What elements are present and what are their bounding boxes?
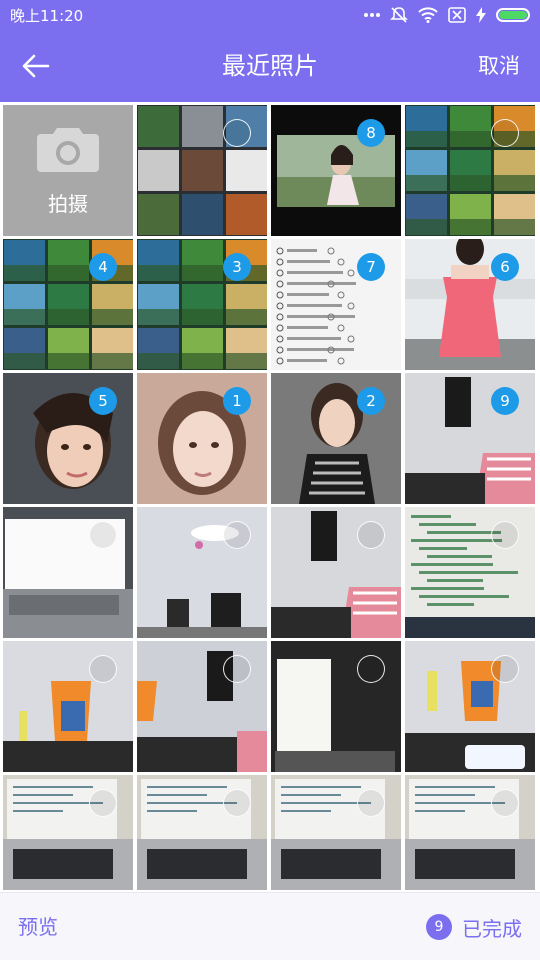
photo-tile[interactable]: 5: [3, 373, 133, 504]
photo-tile[interactable]: [137, 775, 267, 890]
select-checkbox[interactable]: [357, 789, 385, 817]
photo-thumbnail: [137, 775, 267, 890]
photo-tile[interactable]: [271, 775, 401, 890]
selection-order-badge[interactable]: 5: [89, 387, 117, 415]
selection-order-badge[interactable]: 9: [491, 387, 519, 415]
photo-tile[interactable]: 6: [405, 239, 535, 370]
photo-tile[interactable]: 2: [271, 373, 401, 504]
cancel-button[interactable]: 取消: [478, 30, 520, 102]
select-checkbox[interactable]: [357, 521, 385, 549]
select-checkbox[interactable]: [89, 521, 117, 549]
photo-thumbnail: [405, 775, 535, 890]
battery-icon: [496, 8, 530, 22]
take-photo-tile[interactable]: 拍摄: [3, 105, 133, 236]
preview-button[interactable]: 预览: [18, 893, 58, 961]
done-button[interactable]: 9 已完成: [426, 893, 522, 961]
photo-tile[interactable]: 3: [137, 239, 267, 370]
photo-tile[interactable]: [137, 105, 267, 236]
select-checkbox[interactable]: [223, 655, 251, 683]
photo-tile[interactable]: [3, 775, 133, 890]
take-photo-label: 拍摄: [48, 192, 88, 216]
select-checkbox[interactable]: [223, 119, 251, 147]
photo-tile[interactable]: [405, 507, 535, 638]
photo-tile[interactable]: 7: [271, 239, 401, 370]
selection-order-badge[interactable]: 2: [357, 387, 385, 415]
photo-tile[interactable]: [137, 641, 267, 772]
sim-off-icon: [448, 7, 466, 23]
selection-order-badge[interactable]: 1: [223, 387, 251, 415]
charging-icon: [476, 7, 486, 23]
photo-tile[interactable]: [271, 641, 401, 772]
photo-tile[interactable]: [405, 105, 535, 236]
selection-order-badge[interactable]: 7: [357, 253, 385, 281]
more-dots-icon: [364, 12, 380, 18]
photo-tile[interactable]: 9: [405, 373, 535, 504]
done-label: 已完成: [462, 916, 522, 941]
photo-tile[interactable]: [405, 775, 535, 890]
photo-tile[interactable]: [405, 641, 535, 772]
select-checkbox[interactable]: [491, 789, 519, 817]
photo-tile[interactable]: 1: [137, 373, 267, 504]
bottom-bar: 预览 9 已完成: [0, 892, 540, 960]
photo-thumbnail: [3, 775, 133, 890]
select-checkbox[interactable]: [491, 119, 519, 147]
photo-tile[interactable]: 8: [271, 105, 401, 236]
notification-mute-icon: [390, 6, 408, 24]
status-bar: 晚上11:20: [0, 0, 540, 30]
wifi-icon: [418, 7, 438, 23]
selection-order-badge[interactable]: 6: [491, 253, 519, 281]
select-checkbox[interactable]: [357, 655, 385, 683]
photo-tile[interactable]: 4: [3, 239, 133, 370]
status-icons: [364, 6, 530, 24]
camera-icon: [35, 124, 101, 172]
photo-tile[interactable]: [3, 507, 133, 638]
page-title: 最近照片: [222, 52, 318, 80]
photo-tile[interactable]: [137, 507, 267, 638]
select-checkbox[interactable]: [223, 521, 251, 549]
photo-tile[interactable]: [3, 641, 133, 772]
select-checkbox[interactable]: [491, 521, 519, 549]
photo-thumbnail: [271, 775, 401, 890]
selection-order-badge[interactable]: 8: [357, 119, 385, 147]
title-bar: 最近照片 取消: [0, 30, 540, 102]
status-time: 晚上11:20: [10, 6, 84, 25]
photo-grid: 拍摄 8 4 3 7 6 5 1 2 9: [3, 105, 537, 890]
selection-order-badge[interactable]: 4: [89, 253, 117, 281]
photo-tile[interactable]: [271, 507, 401, 638]
select-checkbox[interactable]: [89, 789, 117, 817]
selected-count-badge: 9: [426, 914, 452, 940]
selection-order-badge[interactable]: 3: [223, 253, 251, 281]
select-checkbox[interactable]: [491, 655, 519, 683]
select-checkbox[interactable]: [223, 789, 251, 817]
select-checkbox[interactable]: [89, 655, 117, 683]
